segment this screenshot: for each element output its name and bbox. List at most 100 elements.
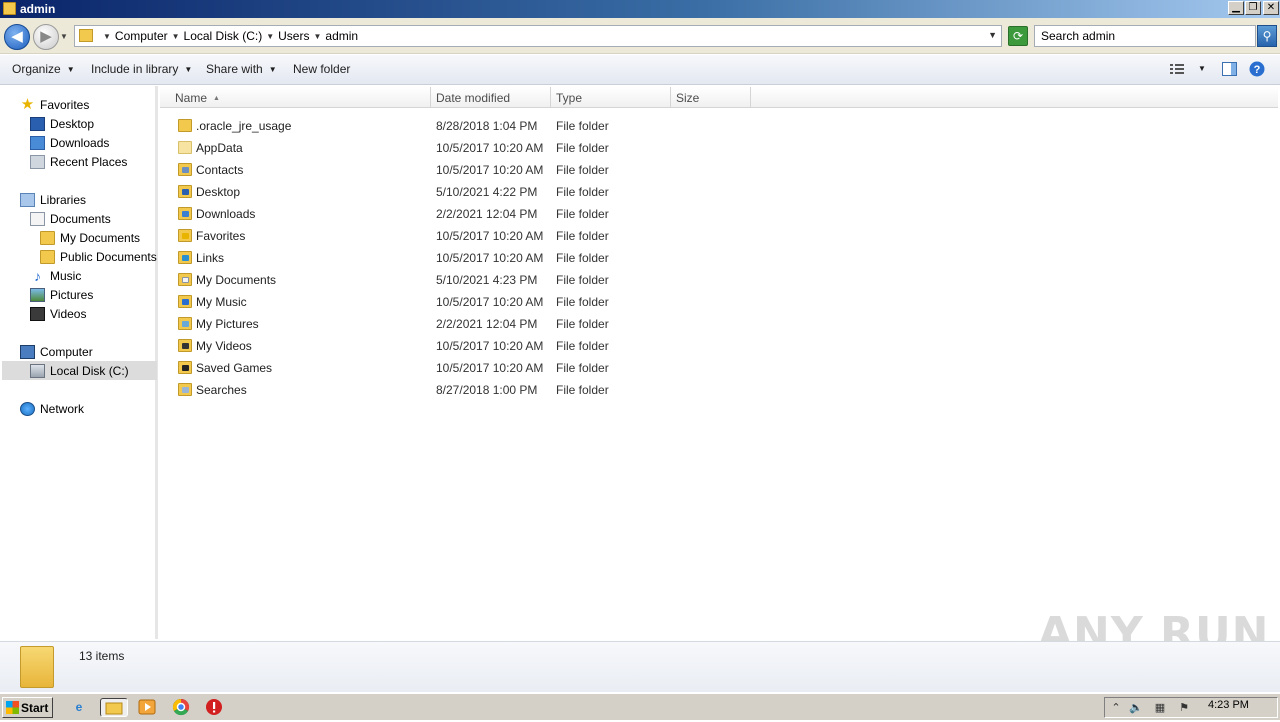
preview-pane-icon[interactable]: [1222, 62, 1237, 76]
documents-folder-icon: [178, 273, 192, 286]
file-row-favorites[interactable]: Favorites 10/5/2017 10:20 AM File folder: [160, 225, 780, 247]
breadcrumb-computer[interactable]: Computer: [115, 29, 168, 43]
breadcrumb-users[interactable]: Users: [278, 29, 309, 43]
file-row-contacts[interactable]: Contacts 10/5/2017 10:20 AM File folder: [160, 159, 780, 181]
file-type: File folder: [556, 207, 609, 221]
nav-downloads[interactable]: Downloads: [30, 133, 109, 152]
chevron-down-icon[interactable]: ▼: [1198, 64, 1206, 73]
hard-drive-icon: [30, 363, 45, 378]
close-button[interactable]: ✕: [1263, 1, 1279, 15]
file-row-oracle-jre-usage[interactable]: .oracle_jre_usage 8/28/2018 1:04 PM File…: [160, 115, 780, 137]
command-bar: Organize ▼ Include in library ▼ Share with…: [0, 55, 1280, 85]
explorer-taskbar-button[interactable]: [100, 698, 128, 717]
nav-recent-places[interactable]: Recent Places: [30, 152, 127, 171]
links-folder-icon: [178, 251, 192, 264]
file-row-appdata[interactable]: AppData 10/5/2017 10:20 AM File folder: [160, 137, 780, 159]
action-center-flag-icon[interactable]: ⚑: [1177, 701, 1191, 715]
media-player-icon[interactable]: [137, 698, 157, 717]
chevron-right-icon[interactable]: ▼: [103, 32, 111, 41]
back-button[interactable]: ◀: [4, 24, 30, 50]
nav-documents[interactable]: Documents: [30, 209, 111, 228]
file-name: My Videos: [196, 339, 252, 353]
file-list: Name ▲ Date modified Type Size .oracle_jr…: [160, 86, 1280, 639]
nav-libraries[interactable]: Libraries: [20, 190, 86, 209]
file-type: File folder: [556, 141, 609, 155]
nav-my-documents[interactable]: My Documents: [40, 228, 140, 247]
file-date: 10/5/2017 10:20 AM: [436, 295, 544, 309]
nav-pictures[interactable]: Pictures: [30, 285, 93, 304]
refresh-button[interactable]: ⟳: [1008, 26, 1028, 46]
file-row-searches[interactable]: Searches 8/27/2018 1:00 PM File folder: [160, 379, 780, 401]
file-type: File folder: [556, 163, 609, 177]
videos-folder-icon: [178, 339, 192, 352]
nav-local-disk[interactable]: Local Disk (C:): [2, 361, 157, 380]
music-icon: ♪: [34, 267, 41, 284]
file-type: File folder: [556, 185, 609, 199]
contacts-folder-icon: [178, 163, 192, 176]
search-input[interactable]: Search admin: [1034, 25, 1256, 47]
chevron-right-icon[interactable]: ▼: [266, 32, 274, 41]
share-with-button[interactable]: Share with ▼: [206, 62, 277, 76]
file-date: 10/5/2017 10:20 AM: [436, 141, 544, 155]
clock[interactable]: 4:23 PM: [1208, 699, 1249, 711]
start-button[interactable]: Start: [2, 697, 53, 718]
column-header-date-modified[interactable]: Date modified: [431, 87, 551, 108]
file-row-downloads[interactable]: Downloads 2/2/2021 12:04 PM File folder: [160, 203, 780, 225]
forward-button[interactable]: ▶: [33, 24, 59, 50]
column-header-size[interactable]: Size: [671, 87, 751, 108]
chevron-down-icon: ▼: [66, 65, 75, 74]
file-type: File folder: [556, 339, 609, 353]
file-row-my-documents[interactable]: My Documents 5/10/2021 4:23 PM File fold…: [160, 269, 780, 291]
help-icon[interactable]: ?: [1249, 61, 1265, 77]
column-header-name[interactable]: Name ▲: [160, 87, 431, 108]
chrome-icon[interactable]: [171, 698, 191, 717]
network-status-icon[interactable]: ▦: [1153, 701, 1167, 715]
chevron-right-icon[interactable]: ▼: [172, 32, 180, 41]
restore-button[interactable]: ❐: [1245, 1, 1261, 15]
stop-icon[interactable]: [204, 698, 224, 717]
window-title: admin: [20, 2, 56, 16]
file-name: My Pictures: [196, 317, 259, 331]
nav-computer[interactable]: Computer: [20, 342, 93, 361]
nav-favorites[interactable]: ★ Favorites: [20, 95, 90, 114]
file-date: 5/10/2021 4:23 PM: [436, 273, 538, 287]
minimize-button[interactable]: ▁: [1228, 1, 1244, 15]
show-hidden-icons-icon[interactable]: ⌃: [1109, 701, 1123, 715]
file-name: Desktop: [196, 185, 241, 199]
file-row-my-pictures[interactable]: My Pictures 2/2/2021 12:04 PM File folde…: [160, 313, 780, 335]
file-type: File folder: [556, 229, 609, 243]
organize-button[interactable]: Organize ▼: [12, 62, 75, 76]
file-row-my-videos[interactable]: My Videos 10/5/2017 10:20 AM File folder: [160, 335, 780, 357]
breadcrumb-local-disk[interactable]: Local Disk (C:): [184, 29, 263, 43]
view-options-icon[interactable]: [1170, 63, 1184, 75]
breadcrumb-admin[interactable]: admin: [325, 29, 358, 43]
file-type: File folder: [556, 361, 609, 375]
nav-network[interactable]: Network: [20, 399, 84, 418]
pictures-folder-icon: [178, 317, 192, 330]
breadcrumb: ▼ Computer ▼ Local Disk (C:) ▼ Users ▼ a…: [99, 29, 358, 43]
file-row-desktop[interactable]: Desktop 5/10/2021 4:22 PM File folder: [160, 181, 780, 203]
file-row-saved-games[interactable]: Saved Games 10/5/2017 10:20 AM File fold…: [160, 357, 780, 379]
internet-explorer-icon[interactable]: e: [69, 698, 89, 717]
nav-public-documents[interactable]: Public Documents: [40, 247, 157, 266]
downloads-icon: [30, 135, 45, 150]
include-in-library-button[interactable]: Include in library ▼: [91, 62, 192, 76]
file-row-links[interactable]: Links 10/5/2017 10:20 AM File folder: [160, 247, 780, 269]
nav-label: Libraries: [40, 192, 87, 207]
chevron-down-icon[interactable]: ▼: [988, 30, 997, 40]
nav-desktop[interactable]: Desktop: [30, 114, 94, 133]
recent-pages-dropdown[interactable]: ▼: [60, 32, 68, 41]
new-folder-button[interactable]: New folder: [293, 62, 350, 76]
chevron-right-icon[interactable]: ▼: [313, 32, 321, 41]
file-row-my-music[interactable]: My Music 10/5/2017 10:20 AM File folder: [160, 291, 780, 313]
volume-icon[interactable]: 🔈: [1129, 701, 1143, 715]
search-icon[interactable]: ⚲: [1257, 25, 1277, 47]
column-header-type[interactable]: Type: [551, 87, 671, 108]
nav-label: Music: [50, 268, 82, 283]
nav-label: Network: [40, 401, 85, 416]
music-folder-icon: [178, 295, 192, 308]
address-bar[interactable]: ▼ Computer ▼ Local Disk (C:) ▼ Users ▼ a…: [74, 25, 1002, 47]
folder-icon: [40, 230, 55, 245]
nav-videos[interactable]: Videos: [30, 304, 86, 323]
nav-music[interactable]: ♪ Music: [30, 266, 81, 285]
